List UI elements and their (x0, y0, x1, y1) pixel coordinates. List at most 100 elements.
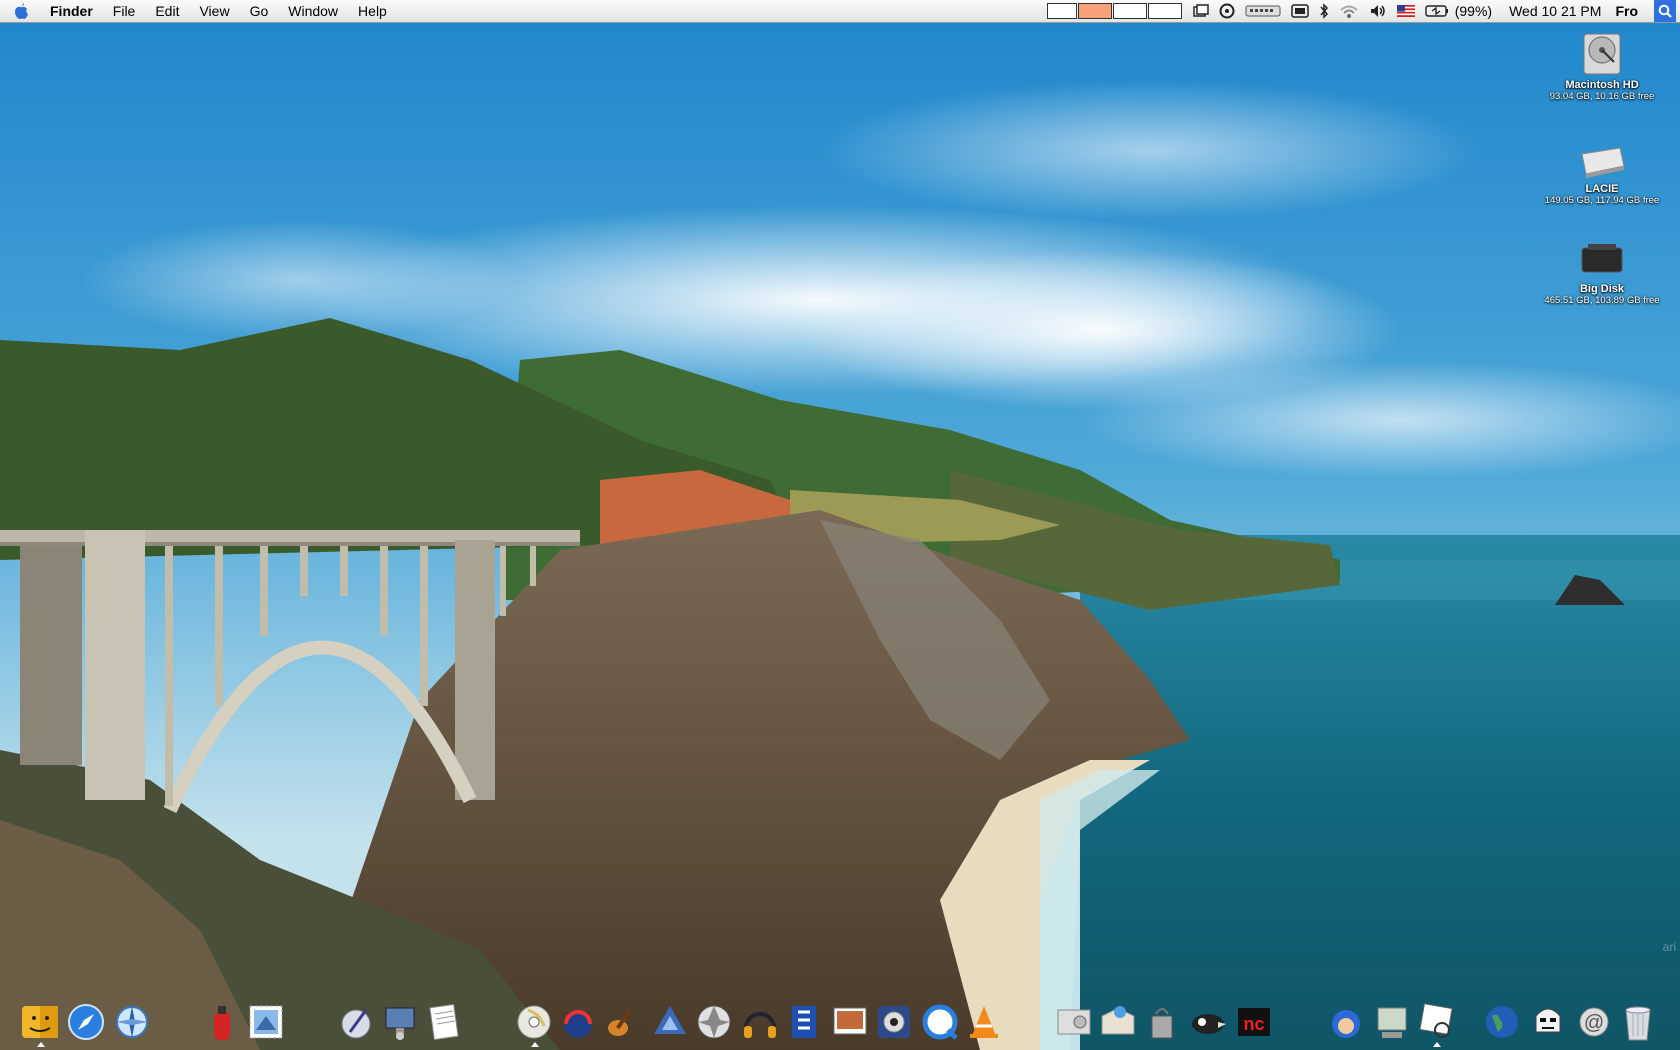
input-menu-extra[interactable] (1392, 0, 1420, 22)
dock-blue-app[interactable] (782, 1000, 826, 1044)
window-menu-extra[interactable] (1188, 0, 1214, 22)
dock-nc[interactable]: nc (1232, 1000, 1276, 1044)
corner-text: ari (1662, 940, 1676, 954)
dock-photo-booth[interactable] (872, 1000, 916, 1044)
nc-icon: nc (1238, 1008, 1270, 1036)
dock-at-mail[interactable]: @ (1572, 1000, 1616, 1044)
spaces-menu[interactable] (1046, 3, 1182, 19)
dock-fire-extinguisher[interactable] (200, 1000, 244, 1044)
vlc-icon (970, 1006, 998, 1038)
dock-iphoto[interactable] (828, 1000, 872, 1044)
menu-file[interactable]: File (103, 0, 146, 22)
menu-window[interactable]: Window (278, 0, 348, 22)
disk-info: 149.05 GB, 117.94 GB free (1544, 195, 1660, 206)
dock-globe[interactable] (1480, 1000, 1524, 1044)
disk-info: 465.51 GB, 103.89 GB free (1544, 295, 1660, 306)
disk-info: 93.04 GB, 10.16 GB free (1549, 91, 1655, 102)
blue-app-icon (792, 1006, 816, 1038)
dock-stormtrooper[interactable] (1526, 1000, 1570, 1044)
dock-speedtest[interactable] (556, 1000, 600, 1044)
dock-aperture[interactable] (692, 1000, 736, 1044)
menu-user[interactable]: Fro (1607, 3, 1646, 19)
aperture-icon (697, 1005, 731, 1039)
dock-trash[interactable] (1616, 1000, 1660, 1044)
recycle-icon (654, 1006, 686, 1034)
speedtest-icon (564, 1010, 592, 1038)
globe-icon (1486, 1006, 1518, 1038)
menu-go[interactable]: Go (240, 0, 279, 22)
dock-finder[interactable] (18, 1000, 62, 1047)
dock-network-utility[interactable] (378, 1000, 422, 1044)
dock-archive[interactable] (1096, 1000, 1140, 1044)
dock-vlc[interactable] (962, 1000, 1006, 1044)
archive-icon (1101, 1006, 1135, 1035)
network-icon (1377, 1007, 1407, 1038)
running-indicator (1433, 1042, 1441, 1047)
desktop-disk-big-disk[interactable]: Big Disk 465.51 GB, 103.89 GB free (1532, 240, 1672, 306)
menu-clock[interactable]: Wed 10 21 PM (1503, 0, 1607, 22)
desktop-disk-macintosh-hd[interactable]: Macintosh HD 93.04 GB, 10.16 GB free (1532, 28, 1672, 102)
mail-stamp-icon (249, 1005, 283, 1039)
dock-recycle[interactable] (648, 1000, 692, 1044)
battery-menu-extra[interactable]: (99%) (1420, 0, 1503, 22)
running-indicator (531, 1042, 539, 1047)
space-1[interactable] (1046, 3, 1077, 19)
dock-network[interactable] (1370, 1000, 1414, 1044)
menu-bar: Finder File Edit View Go Window Help (99… (0, 0, 1680, 23)
bluetooth-icon (1320, 3, 1328, 19)
display-menu-extra[interactable] (1286, 0, 1314, 22)
dock-audio[interactable] (738, 1000, 782, 1044)
cyberduck-icon (1192, 1014, 1226, 1034)
finder-icon (22, 1006, 58, 1038)
dock-mail-stamp[interactable] (244, 1000, 288, 1044)
svg-text:nc: nc (1243, 1014, 1264, 1034)
menu-help[interactable]: Help (348, 0, 397, 22)
external-drive-icon (1581, 147, 1625, 178)
dock-dvd-player[interactable] (512, 1000, 556, 1047)
dock-quicktime[interactable] (918, 1000, 962, 1044)
space-4[interactable] (1147, 3, 1182, 19)
dock-cyberduck[interactable] (1186, 1000, 1230, 1044)
dock-megaman[interactable] (1324, 1000, 1368, 1044)
network-utility-icon (385, 1007, 415, 1040)
sync-icon (1219, 3, 1235, 19)
sync-menu-extra[interactable] (1214, 0, 1240, 22)
volume-menu-extra[interactable] (1364, 0, 1392, 22)
disk-name: LACIE (1585, 183, 1619, 195)
quicktime-icon (922, 1004, 958, 1040)
dock-preview[interactable] (1414, 1000, 1458, 1047)
menu-edit[interactable]: Edit (145, 0, 189, 22)
battery-percent: (99%) (1454, 3, 1493, 19)
spotlight-button[interactable] (1654, 0, 1676, 22)
keyboard-menu-extra[interactable] (1240, 0, 1286, 22)
apple-menu[interactable] (0, 2, 42, 20)
dock-safari[interactable] (64, 1000, 108, 1044)
battery-icon (1425, 5, 1448, 17)
iphoto-icon (833, 1007, 867, 1035)
space-2[interactable] (1077, 3, 1112, 19)
space-3[interactable] (1112, 3, 1147, 19)
apple-icon (15, 3, 28, 19)
dock-script-editor[interactable] (334, 1000, 378, 1044)
dock-disk-utility[interactable] (1052, 1000, 1096, 1044)
dock-compass[interactable] (110, 1000, 154, 1044)
wifi-menu-extra[interactable] (1334, 0, 1364, 22)
bluetooth-menu-extra[interactable] (1314, 0, 1334, 22)
audio-icon (744, 1012, 776, 1038)
menu-app-finder[interactable]: Finder (42, 0, 103, 22)
dock: nc @ (0, 996, 1680, 1050)
preview-icon (1419, 1003, 1453, 1038)
dock-smoke[interactable] (1140, 1000, 1184, 1044)
desktop[interactable]: Macintosh HD 93.04 GB, 10.16 GB free LAC… (0, 0, 1680, 1050)
desktop-disk-lacie[interactable]: LACIE 149.05 GB, 117.94 GB free (1532, 140, 1672, 206)
volume-icon (1370, 5, 1385, 17)
disk-name: Macintosh HD (1565, 79, 1639, 91)
dock-garageband[interactable] (600, 1000, 644, 1044)
menu-view[interactable]: View (189, 0, 239, 22)
stormtrooper-icon (1535, 1008, 1561, 1033)
safari-icon (68, 1004, 104, 1040)
trash-icon (1625, 1006, 1651, 1041)
dock-textedit[interactable] (422, 1000, 466, 1044)
wallpaper-image (0, 0, 1680, 1050)
compass-icon (116, 1006, 148, 1038)
